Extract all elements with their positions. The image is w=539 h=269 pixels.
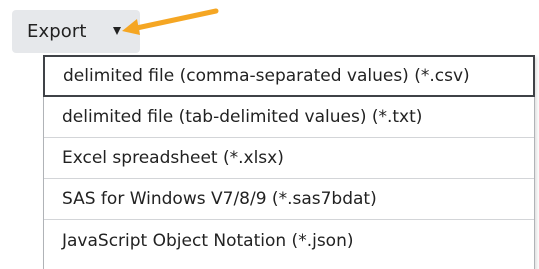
export-button-label: Export <box>27 21 87 42</box>
menu-item-label: delimited file (comma-separated values) … <box>63 66 470 86</box>
menu-item-sas7bdat[interactable]: SAS for Windows V7/8/9 (*.sas7bdat) <box>44 179 534 220</box>
export-format-menu: delimited file (comma-separated values) … <box>43 55 535 269</box>
menu-item-csv[interactable]: delimited file (comma-separated values) … <box>43 55 535 97</box>
menu-item-label: SAS for Windows V7/8/9 (*.sas7bdat) <box>62 189 377 209</box>
menu-item-label: delimited file (tab-delimited values) (*… <box>62 107 423 127</box>
menu-item-json[interactable]: JavaScript Object Notation (*.json) <box>44 220 534 261</box>
stage: Export delimited file (comma-separated v… <box>0 0 539 269</box>
menu-item-label: Excel spreadsheet (*.xlsx) <box>62 148 284 168</box>
menu-item-txt[interactable]: delimited file (tab-delimited values) (*… <box>44 97 534 138</box>
menu-item-xlsx[interactable]: Excel spreadsheet (*.xlsx) <box>44 138 534 179</box>
menu-item-label: JavaScript Object Notation (*.json) <box>62 230 354 251</box>
orange-arrow-icon <box>122 8 219 35</box>
